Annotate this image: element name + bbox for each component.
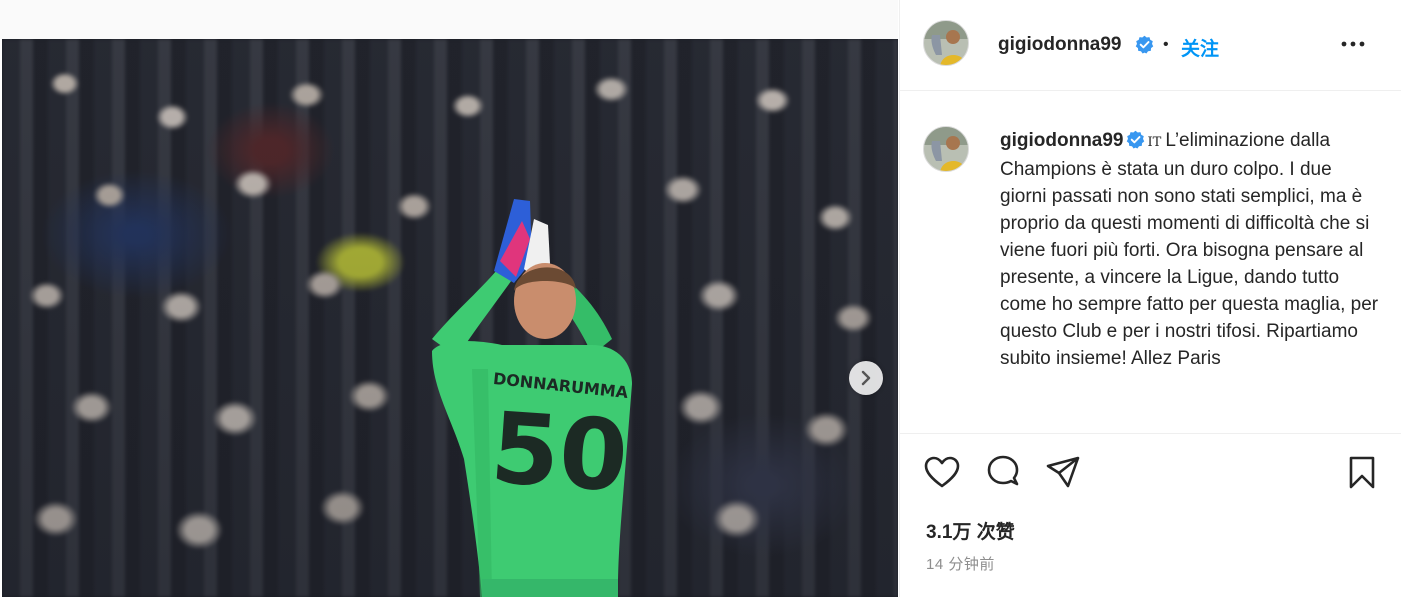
chevron-right-icon xyxy=(861,370,871,386)
header-separator: • xyxy=(1163,36,1169,53)
caption-avatar[interactable] xyxy=(923,126,969,172)
post-image[interactable]: DONNARUMMA 50 xyxy=(2,39,898,597)
comment-icon[interactable] xyxy=(984,454,1022,492)
bookmark-icon[interactable] xyxy=(1343,454,1381,492)
post-caption: gigiodonna99 IT L’eliminazione dalla Cham… xyxy=(1000,127,1382,372)
post-details-panel: gigiodonna99 • 关注 gigiodonna99 IT L’elim… xyxy=(899,0,1401,597)
post-header: gigiodonna99 • 关注 xyxy=(900,0,1401,91)
header-username[interactable]: gigiodonna99 xyxy=(998,34,1122,56)
more-icon[interactable] xyxy=(1339,36,1367,52)
follow-button[interactable]: 关注 xyxy=(1181,34,1219,61)
instagram-post-view: DONNARUMMA 50 gigiodonna99 • 关注 gigiodon… xyxy=(0,0,1401,597)
heart-icon[interactable] xyxy=(923,454,961,492)
divider xyxy=(900,433,1401,434)
verified-badge-icon xyxy=(1126,130,1144,149)
share-icon[interactable] xyxy=(1044,454,1082,492)
goalkeeper-figure: DONNARUMMA 50 xyxy=(432,199,632,597)
avatar[interactable] xyxy=(923,20,969,66)
language-tag: IT xyxy=(1147,135,1162,150)
caption-username[interactable]: gigiodonna99 xyxy=(1000,130,1124,151)
media-top-bar xyxy=(0,0,898,39)
likes-count[interactable]: 3.1万 次赞 xyxy=(926,517,1015,544)
jersey-number: 50 xyxy=(487,391,631,514)
verified-badge-icon xyxy=(1135,35,1154,54)
post-timestamp[interactable]: 14 分钟前 xyxy=(926,553,995,574)
next-image-button[interactable] xyxy=(849,361,883,395)
caption-text: L’eliminazione dalla Champions è stata u… xyxy=(1000,130,1379,369)
